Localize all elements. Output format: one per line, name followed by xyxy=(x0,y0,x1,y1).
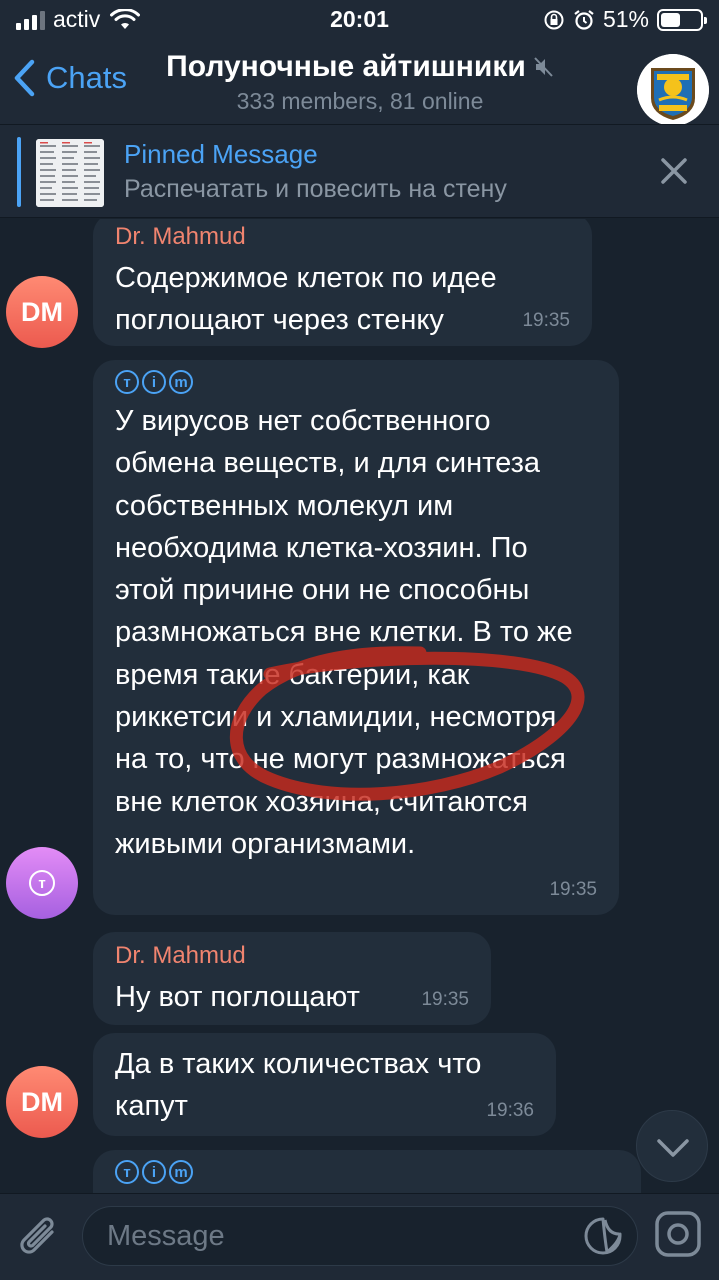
avatar[interactable]: DM xyxy=(6,276,78,348)
avatar-initials: DM xyxy=(21,1086,63,1117)
pinned-text: Распечатать и повесить на стену xyxy=(124,175,507,203)
camera-icon[interactable] xyxy=(654,1210,702,1258)
kazakhstan-emblem-icon xyxy=(637,54,709,126)
chevron-down-icon xyxy=(657,1139,689,1157)
avatar-glyph: т xyxy=(29,870,55,896)
sender-name[interactable]: Dr. Mahmud xyxy=(115,223,570,251)
message-text: Ну вот поглощают xyxy=(115,981,360,1013)
sender-badge: т xyxy=(115,1160,139,1184)
scroll-down-button[interactable] xyxy=(636,1110,708,1182)
pinned-message-bar[interactable]: Pinned Message Распечатать и повесить на… xyxy=(0,124,719,218)
chat-title-area[interactable]: Полуночные айтишники 333 members, 81 onl… xyxy=(150,50,570,115)
chat-subtitle: 333 members, 81 online xyxy=(236,88,484,114)
battery-fill xyxy=(661,12,681,27)
sender-badge: m xyxy=(169,1160,193,1184)
message-bubble[interactable]: Да в таких количествах что капут 19:36 xyxy=(93,1033,556,1136)
battery-icon xyxy=(657,8,707,31)
sticker-icon[interactable] xyxy=(583,1216,623,1256)
status-bar: activ 20:01 51% xyxy=(0,0,719,40)
battery-percent: 51% xyxy=(602,6,649,32)
message-time: 19:35 xyxy=(522,310,570,331)
message-list[interactable]: Dr. Mahmud Содержимое клеток по идее пог… xyxy=(0,219,719,1193)
message-text: Да в таких количествах что капут xyxy=(115,1048,482,1123)
message-bubble[interactable]: Dr. Mahmud Ну вот поглощают 19:35 xyxy=(93,932,491,1025)
message-bubble[interactable]: Dr. Mahmud Содержимое клеток по идее пог… xyxy=(93,219,592,346)
message-input[interactable] xyxy=(82,1206,638,1266)
group-avatar[interactable] xyxy=(637,54,709,126)
close-icon[interactable] xyxy=(656,153,692,189)
sender-badge: m xyxy=(169,370,193,394)
chat-title-text: Полуночные айтишники xyxy=(166,50,526,83)
sender-badge: i xyxy=(142,370,166,394)
status-right: 51% xyxy=(543,6,707,33)
pinned-thumbnail xyxy=(36,139,104,207)
pinned-title: Pinned Message xyxy=(124,139,318,169)
sender-badge: т xyxy=(115,370,139,394)
sender-name[interactable]: Dr. Mahmud xyxy=(115,942,469,970)
rotation-lock-icon xyxy=(544,10,564,29)
chat-title: Полуночные айтишники xyxy=(166,50,554,84)
back-button[interactable]: Chats xyxy=(12,58,127,98)
pinned-indicator xyxy=(17,137,21,207)
chat-header: Chats Полуночные айтишники 333 members, … xyxy=(0,40,719,126)
avatar[interactable]: т xyxy=(6,847,78,919)
message-bubble[interactable]: т i m У вирусов нет собственного обмена … xyxy=(93,360,619,915)
chevron-left-icon xyxy=(14,59,35,97)
message-text: У вирусов нет собственного обмена вещест… xyxy=(115,405,573,860)
sender-badges[interactable]: т i m xyxy=(115,370,597,394)
back-label: Chats xyxy=(46,60,127,95)
message-bubble[interactable]: т i m xyxy=(93,1150,641,1193)
message-composer xyxy=(0,1193,719,1280)
message-time: 19:35 xyxy=(421,989,469,1010)
sender-badges[interactable]: т i m xyxy=(115,1160,619,1184)
paperclip-icon[interactable] xyxy=(16,1212,64,1262)
message-time: 19:35 xyxy=(549,879,597,900)
alarm-icon xyxy=(574,9,594,30)
avatar[interactable]: DM xyxy=(6,1066,78,1138)
avatar-initials: DM xyxy=(21,296,63,327)
message-time: 19:36 xyxy=(486,1100,534,1121)
muted-speaker-icon xyxy=(534,57,553,77)
message-text: Содержимое клеток по идее поглощают чере… xyxy=(115,262,497,337)
sender-badge: i xyxy=(142,1160,166,1184)
